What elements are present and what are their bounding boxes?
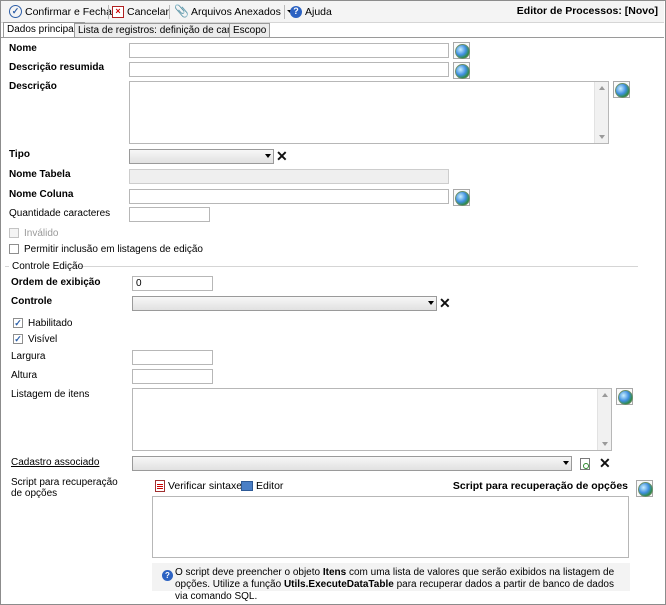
globe-icon xyxy=(615,83,630,98)
tipo-label: Tipo xyxy=(9,149,30,160)
globe-icon xyxy=(455,191,470,206)
chevron-down-icon xyxy=(563,461,569,465)
cancel-x-icon: × xyxy=(112,5,124,18)
translate-button[interactable] xyxy=(453,62,470,79)
permitir-checkbox[interactable] xyxy=(9,244,19,254)
nome-label: Nome xyxy=(9,43,37,54)
ordem-input[interactable]: 0 xyxy=(132,276,213,291)
ordem-label: Ordem de exibição xyxy=(11,277,101,288)
cadastro-associado-link[interactable]: Cadastro associado xyxy=(11,457,99,468)
verify-syntax-icon xyxy=(155,480,165,492)
descricao-textarea[interactable] xyxy=(129,81,609,144)
visivel-checkbox[interactable]: ✓ xyxy=(13,334,23,344)
group-divider xyxy=(5,266,9,267)
cancel-button[interactable]: × Cancelar xyxy=(112,4,169,19)
descricao-resumida-input[interactable] xyxy=(129,62,449,77)
lookup-icon[interactable] xyxy=(580,458,590,470)
nome-tabela-label: Nome Tabela xyxy=(9,169,71,180)
group-divider xyxy=(75,266,638,267)
globe-icon xyxy=(455,44,470,59)
translate-button[interactable] xyxy=(453,189,470,206)
clear-x-icon[interactable]: ✕ xyxy=(276,149,288,163)
altura-label: Altura xyxy=(11,370,38,381)
help-button[interactable]: ? Ajuda xyxy=(290,4,332,19)
script-label: Script para recuperação de opções xyxy=(11,477,118,499)
nome-coluna-label: Nome Coluna xyxy=(9,189,74,200)
translate-button[interactable] xyxy=(636,480,653,497)
permitir-label: Permitir inclusão em listagens de edição xyxy=(24,244,203,255)
verify-syntax-button[interactable]: Verificar sintaxe xyxy=(155,480,242,492)
confirm-close-label: Confirmar e Fechar xyxy=(25,5,116,18)
largura-input[interactable] xyxy=(132,350,213,365)
scroll-down-icon xyxy=(599,135,605,139)
info-text-part: O script deve preencher o objeto xyxy=(175,567,323,578)
visivel-label: Visível xyxy=(28,334,58,345)
clear-x-icon[interactable]: ✕ xyxy=(439,296,451,310)
scroll-down-icon xyxy=(602,442,608,446)
habilitado-checkbox[interactable]: ✓ xyxy=(13,318,23,328)
toolbar-separator xyxy=(284,5,285,19)
tab-escopo[interactable]: Escopo xyxy=(229,23,271,38)
listagem-textarea[interactable] xyxy=(132,388,612,451)
script-code-editor[interactable] xyxy=(152,496,629,558)
scroll-up-icon xyxy=(602,393,608,397)
editor-button[interactable]: Editor xyxy=(241,480,283,492)
attachments-button[interactable]: 📎 Arquivos Anexados xyxy=(174,4,293,19)
largura-label: Largura xyxy=(11,351,46,362)
globe-icon xyxy=(618,390,633,405)
descricao-label: Descrição xyxy=(9,81,57,92)
paperclip-icon: 📎 xyxy=(174,4,189,18)
toolbar-separator xyxy=(169,5,170,19)
globe-icon xyxy=(455,64,470,79)
chevron-down-icon xyxy=(428,301,434,305)
editor-title: Editor de Processos: [Novo] xyxy=(516,5,658,17)
listagem-label: Listagem de itens xyxy=(11,389,90,400)
nome-tabela-input xyxy=(129,169,449,184)
invalido-label: Inválido xyxy=(24,228,59,239)
tab-dados-principais[interactable]: Dados principais xyxy=(3,22,85,38)
tab-divider xyxy=(1,37,664,38)
globe-icon xyxy=(638,482,653,497)
script-info-text: O script deve preencher o objeto Itens c… xyxy=(175,567,627,603)
cadastro-associado-select[interactable] xyxy=(132,456,572,471)
vertical-scrollbar[interactable] xyxy=(594,82,608,143)
translate-button[interactable] xyxy=(453,42,470,59)
controle-select[interactable] xyxy=(132,296,437,311)
invalido-checkbox[interactable] xyxy=(9,228,19,238)
nome-coluna-input[interactable] xyxy=(129,189,449,204)
altura-input[interactable] xyxy=(132,369,213,384)
clear-x-icon[interactable]: ✕ xyxy=(599,456,611,470)
editor-icon xyxy=(241,481,253,491)
info-text-bold: Itens xyxy=(322,567,347,578)
quantidade-label: Quantidade caracteres xyxy=(9,208,111,219)
controle-edicao-group-label: Controle Edição xyxy=(12,261,84,272)
help-label: Ajuda xyxy=(305,5,332,18)
scroll-up-icon xyxy=(599,86,605,90)
script-editor-title: Script para recuperação de opções xyxy=(452,480,628,492)
habilitado-label: Habilitado xyxy=(28,318,73,329)
descricao-resumida-label: Descrição resumida xyxy=(9,62,105,73)
translate-button[interactable] xyxy=(613,81,630,98)
info-text-bold: Utils.ExecuteDataTable xyxy=(283,579,394,590)
translate-button[interactable] xyxy=(616,388,633,405)
quantidade-input[interactable] xyxy=(129,207,210,222)
confirm-close-button[interactable]: ✓ Confirmar e Fechar xyxy=(9,4,115,19)
toolbar: ✓ Confirmar e Fechar × Cancelar 📎 Arquiv… xyxy=(1,1,664,23)
chevron-down-icon xyxy=(265,154,271,158)
controle-label: Controle xyxy=(11,296,53,307)
nome-input[interactable] xyxy=(129,43,449,58)
info-icon: ? xyxy=(162,570,173,581)
attachments-label: Arquivos Anexados xyxy=(191,5,281,18)
verify-syntax-label: Verificar sintaxe xyxy=(168,480,243,492)
cancel-label: Cancelar xyxy=(127,5,170,18)
vertical-scrollbar[interactable] xyxy=(597,389,611,450)
toolbar-separator xyxy=(108,5,109,19)
help-icon: ? xyxy=(290,5,302,18)
tipo-select[interactable] xyxy=(129,149,274,164)
editor-label: Editor xyxy=(256,480,284,492)
check-circle-icon: ✓ xyxy=(9,5,22,18)
